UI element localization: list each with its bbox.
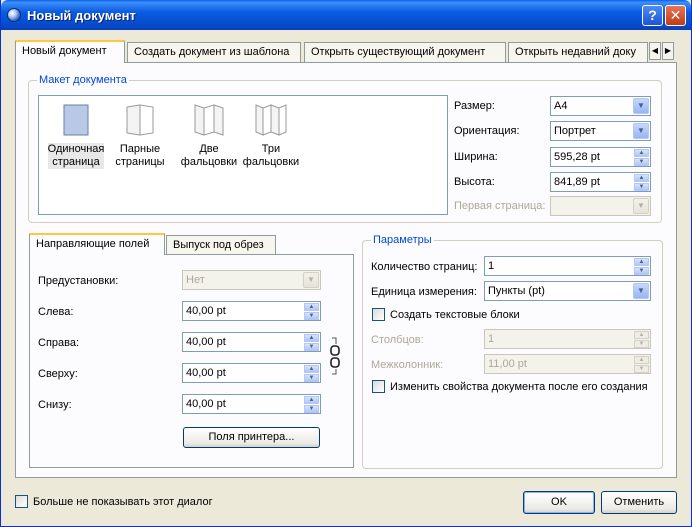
window-title: Новый документ bbox=[27, 8, 136, 23]
ok-button[interactable]: OK bbox=[523, 491, 595, 514]
tab-scroll-right-icon[interactable]: ▶ bbox=[662, 42, 674, 60]
layout-three-folds[interactable]: Три фальцовки bbox=[236, 104, 306, 169]
main-tabstrip: Новый документ Создать документ из шабло… bbox=[15, 40, 677, 63]
single-page-icon bbox=[63, 104, 89, 136]
chain-link-icon[interactable] bbox=[330, 336, 340, 376]
spin-down-icon[interactable]: ▼ bbox=[634, 267, 649, 275]
right-margin-spinbox[interactable]: 40,00 pt ▲ ▼ bbox=[182, 332, 321, 352]
tab-open-recent[interactable]: Открыть недавний доку bbox=[508, 42, 648, 62]
create-text-frames-label: Создать текстовые блоки bbox=[390, 309, 520, 321]
spin-up-icon[interactable]: ▲ bbox=[304, 334, 319, 342]
tab-from-template[interactable]: Создать документ из шаблона bbox=[127, 42, 301, 62]
spin-up-icon[interactable]: ▲ bbox=[634, 149, 649, 157]
right-margin-label: Справа: bbox=[38, 337, 80, 349]
change-properties-label: Изменить свойства документа после его со… bbox=[390, 381, 648, 393]
layout-group-label: Макет документа bbox=[37, 74, 129, 86]
tab-margin-guides[interactable]: Направляющие полей bbox=[29, 233, 165, 255]
left-margin-label: Слева: bbox=[38, 306, 74, 318]
change-properties-checkbox[interactable] bbox=[372, 380, 385, 393]
layout-facing-pages[interactable]: Парные страницы bbox=[105, 104, 175, 169]
facing-pages-icon bbox=[126, 104, 154, 136]
tab-scroll-left-icon[interactable]: ◀ bbox=[649, 42, 661, 60]
spin-down-icon[interactable]: ▼ bbox=[304, 405, 319, 413]
orientation-label: Ориентация: bbox=[454, 125, 520, 137]
dont-show-again-label: Больше не показывать этот диалог bbox=[33, 496, 213, 508]
chevron-down-icon: ▼ bbox=[633, 283, 649, 299]
close-button[interactable]: ✕ bbox=[665, 5, 686, 26]
help-button[interactable]: ? bbox=[642, 5, 663, 26]
size-label: Размер: bbox=[454, 100, 495, 112]
orientation-select[interactable]: Портрет ▼ bbox=[550, 121, 651, 141]
chevron-down-icon: ▼ bbox=[633, 198, 649, 214]
cancel-button[interactable]: Отменить bbox=[601, 491, 677, 514]
spin-up-icon[interactable]: ▲ bbox=[634, 356, 649, 364]
new-document-dialog: Новый документ ? ✕ Новый документ Создат… bbox=[0, 0, 692, 527]
page-count-spinbox[interactable]: 1 ▲ ▼ bbox=[484, 256, 651, 276]
size-select[interactable]: A4 ▼ bbox=[550, 96, 651, 116]
first-page-label: Первая страница: bbox=[454, 200, 546, 212]
height-label: Высота: bbox=[454, 176, 495, 188]
spin-down-icon[interactable]: ▼ bbox=[304, 343, 319, 351]
width-spinbox[interactable]: 595,28 pt ▲ ▼ bbox=[550, 147, 651, 167]
tab-bleed[interactable]: Выпуск под обрез bbox=[166, 235, 276, 255]
spin-down-icon[interactable]: ▼ bbox=[634, 158, 649, 166]
columns-label: Столбцов: bbox=[371, 334, 424, 346]
two-folds-icon bbox=[194, 104, 224, 136]
bottom-margin-label: Снизу: bbox=[38, 399, 72, 411]
spin-down-icon[interactable]: ▼ bbox=[304, 312, 319, 320]
title-bar[interactable]: Новый документ ? ✕ bbox=[1, 0, 691, 30]
page-count-label: Количество страниц: bbox=[371, 261, 478, 273]
spin-down-icon[interactable]: ▼ bbox=[634, 340, 649, 348]
spin-up-icon[interactable]: ▲ bbox=[304, 396, 319, 404]
spin-down-icon[interactable]: ▼ bbox=[634, 365, 649, 373]
layout-two-folds[interactable]: Две фальцовки bbox=[174, 104, 244, 169]
gutter-label: Межколонник: bbox=[371, 359, 444, 371]
left-margin-spinbox[interactable]: 40,00 pt ▲ ▼ bbox=[182, 301, 321, 321]
three-folds-icon bbox=[255, 104, 287, 136]
layout-list: Одиночная страница Парные страницы Две фаль… bbox=[38, 95, 448, 215]
first-page-select[interactable]: ▼ bbox=[550, 196, 651, 216]
preset-label: Предустановки: bbox=[38, 275, 119, 287]
top-margin-spinbox[interactable]: 40,00 pt ▲ ▼ bbox=[182, 363, 321, 383]
printer-margins-button[interactable]: Поля принтера... bbox=[183, 427, 320, 448]
spin-up-icon[interactable]: ▲ bbox=[634, 174, 649, 182]
spin-up-icon[interactable]: ▲ bbox=[634, 331, 649, 339]
width-label: Ширина: bbox=[454, 151, 498, 163]
tab-new-document[interactable]: Новый документ bbox=[15, 40, 125, 63]
unit-label: Единица измерения: bbox=[371, 286, 477, 298]
spin-down-icon[interactable]: ▼ bbox=[634, 183, 649, 191]
columns-spinbox[interactable]: 1 ▲ ▼ bbox=[484, 329, 651, 349]
tab-open-existing[interactable]: Открыть существующий документ bbox=[304, 42, 506, 62]
spin-up-icon[interactable]: ▲ bbox=[634, 258, 649, 266]
preset-select[interactable]: Нет ▼ bbox=[182, 270, 321, 290]
bottom-margin-spinbox[interactable]: 40,00 pt ▲ ▼ bbox=[182, 394, 321, 414]
gutter-spinbox[interactable]: 11,00 pt ▲ ▼ bbox=[484, 354, 651, 374]
layout-single-page[interactable]: Одиночная страница bbox=[41, 104, 111, 169]
chevron-down-icon: ▼ bbox=[633, 98, 649, 114]
spin-up-icon[interactable]: ▲ bbox=[304, 303, 319, 311]
dont-show-again-checkbox[interactable] bbox=[15, 495, 28, 508]
chevron-down-icon: ▼ bbox=[633, 123, 649, 139]
top-margin-label: Сверху: bbox=[38, 368, 78, 380]
spin-up-icon[interactable]: ▲ bbox=[304, 365, 319, 373]
unit-select[interactable]: Пункты (pt) ▼ bbox=[484, 281, 651, 301]
spin-down-icon[interactable]: ▼ bbox=[304, 374, 319, 382]
height-spinbox[interactable]: 841,89 pt ▲ ▼ bbox=[550, 172, 651, 192]
parameters-group-label: Параметры bbox=[371, 234, 434, 246]
create-text-frames-checkbox[interactable] bbox=[372, 308, 385, 321]
app-icon bbox=[7, 8, 21, 22]
chevron-down-icon: ▼ bbox=[303, 272, 319, 288]
